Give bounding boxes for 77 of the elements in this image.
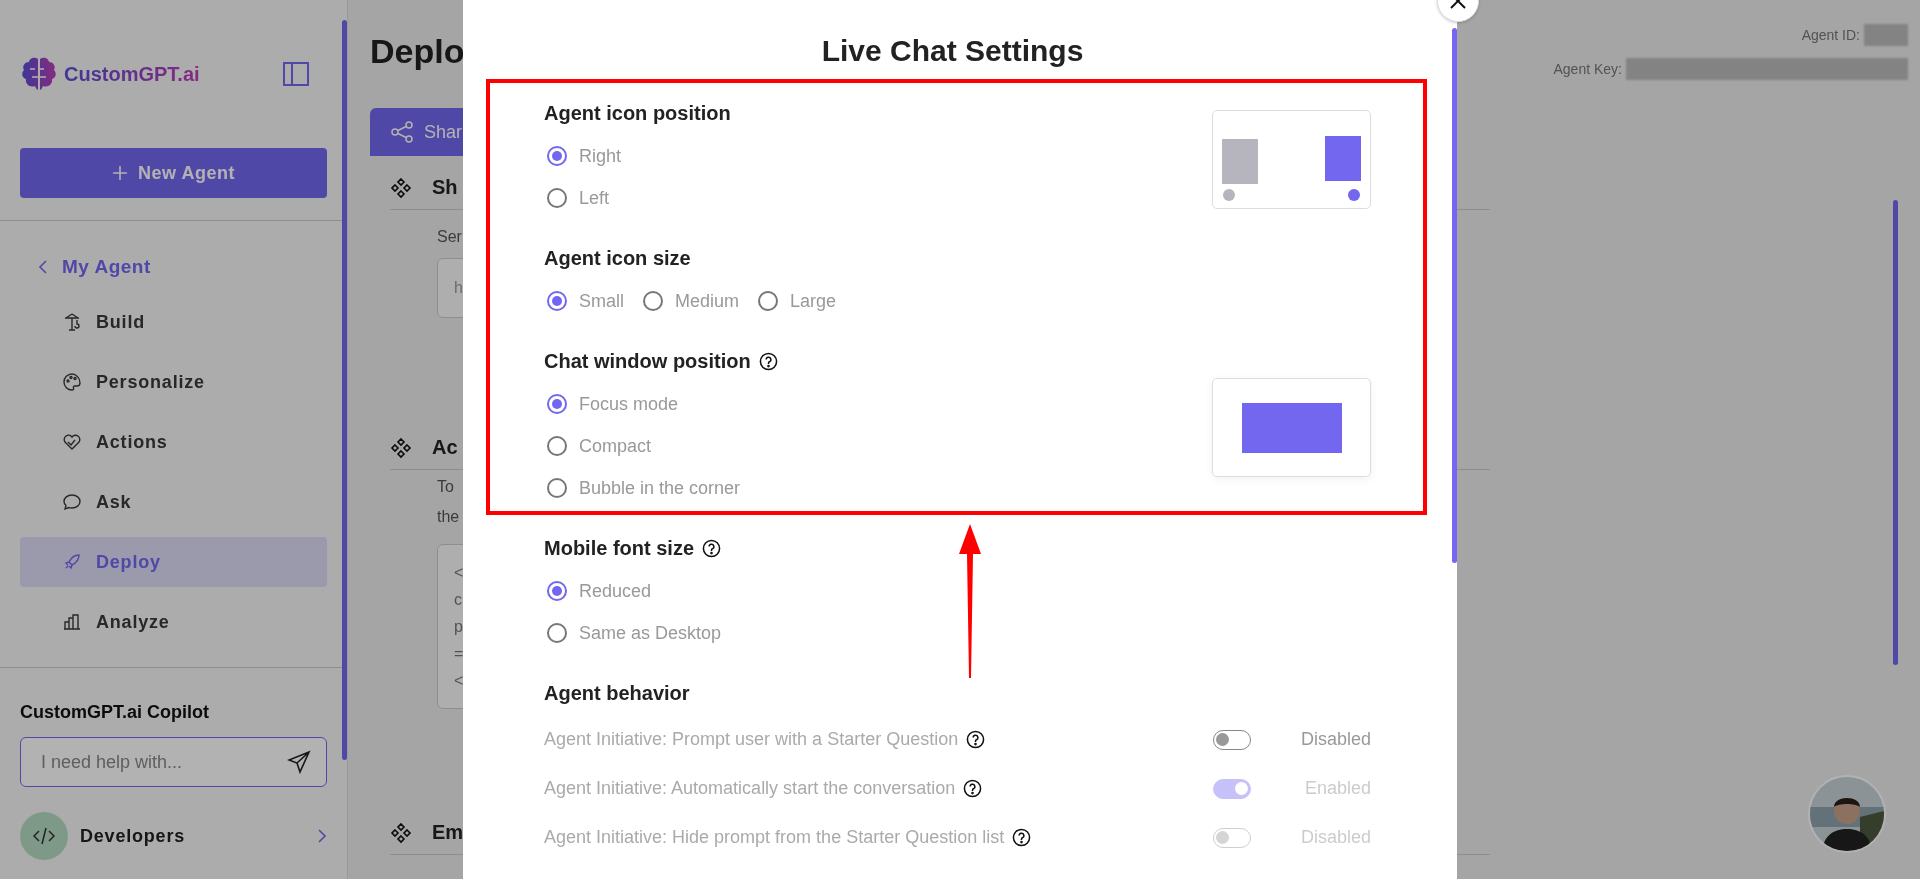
- group-heading: Agent behavior: [544, 681, 690, 705]
- page-title: Deplo: [370, 32, 465, 72]
- agent-key-label: Agent Key:: [1553, 61, 1622, 77]
- radio-option[interactable]: Focus mode: [544, 383, 778, 425]
- radio-option[interactable]: Medium: [640, 280, 740, 322]
- group-heading: Chat window position: [544, 349, 751, 373]
- sidebar-item[interactable]: Personalize: [20, 357, 327, 407]
- toggle-switch[interactable]: [1213, 729, 1251, 750]
- sidebar-item[interactable]: Ask: [20, 477, 327, 527]
- chevron-left-icon: [38, 260, 48, 274]
- plus-icon: [112, 165, 129, 181]
- nav-icon: [62, 612, 82, 632]
- help-icon[interactable]: [966, 730, 986, 749]
- sidebar-item[interactable]: Actions: [20, 417, 327, 467]
- developers-link[interactable]: Developers: [80, 825, 305, 847]
- radio-option[interactable]: Small: [544, 280, 624, 322]
- section-text: Ser: [437, 227, 462, 247]
- scrollbar[interactable]: [1893, 200, 1898, 665]
- group-heading: Agent icon size: [544, 246, 691, 270]
- radio-option[interactable]: Compact: [544, 425, 778, 467]
- setting-label: Agent Initiative: Automatically start the conversation: [544, 778, 956, 799]
- setting-label: Agent Initiative: Prompt user with a Starter Question: [544, 729, 959, 750]
- radio-option[interactable]: Large: [755, 280, 837, 322]
- group-heading: Agent icon position: [544, 101, 731, 125]
- section-text: the: [437, 507, 460, 527]
- sidebar-item[interactable]: Analyze: [20, 597, 327, 647]
- help-icon[interactable]: [1012, 828, 1032, 847]
- new-agent-button[interactable]: New Agent: [20, 148, 327, 198]
- scrollbar[interactable]: [1452, 28, 1457, 563]
- toggle-status: Disabled: [1299, 729, 1371, 750]
- sidebar-toggle-icon[interactable]: [283, 62, 309, 86]
- brain-logo-icon: [20, 55, 58, 93]
- group-heading: Mobile font size: [544, 536, 694, 560]
- radio-option[interactable]: Bubble in the corner: [544, 467, 778, 509]
- nav-icon: [62, 552, 82, 572]
- diamonds-icon: [390, 176, 412, 199]
- section-heading: Sh: [432, 176, 458, 199]
- radio-option[interactable]: Same as Desktop: [544, 612, 722, 654]
- radio-button[interactable]: [547, 623, 567, 643]
- radio-button[interactable]: [547, 394, 567, 414]
- help-icon[interactable]: [702, 538, 721, 558]
- nav-icon: [62, 492, 82, 512]
- copilot-title: CustomGPT.ai Copilot: [20, 702, 210, 723]
- section-heading: Ac: [432, 436, 458, 459]
- radio-button[interactable]: [547, 146, 567, 166]
- chevron-right-icon[interactable]: [317, 829, 327, 843]
- nav-icon: [62, 432, 82, 452]
- copilot-input-field[interactable]: I need help with...: [20, 737, 327, 787]
- send-icon[interactable]: [287, 750, 311, 774]
- radio-option[interactable]: Reduced: [544, 570, 722, 612]
- section-text: To: [437, 477, 454, 497]
- code-icon: [20, 812, 68, 860]
- radio-button[interactable]: [547, 291, 567, 311]
- setting-label: Agent Initiative: Hide prompt from the Starter Question list: [544, 827, 1005, 848]
- radio-option[interactable]: Right: [544, 135, 731, 177]
- nav-icon: [62, 312, 82, 332]
- sidebar-item[interactable]: Deploy: [20, 537, 327, 587]
- radio-button[interactable]: [547, 581, 567, 601]
- radio-button[interactable]: [547, 436, 567, 456]
- arrow-icon: [959, 524, 981, 678]
- radio-button[interactable]: [758, 291, 779, 311]
- agent-id-label: Agent ID:: [1801, 27, 1860, 43]
- dialog-title: Live Chat Settings: [820, 33, 1085, 69]
- radio-button[interactable]: [547, 478, 567, 498]
- radio-button[interactable]: [547, 188, 567, 208]
- nav-icon: [62, 372, 82, 392]
- help-icon[interactable]: [758, 351, 778, 371]
- redacted-value: [1864, 24, 1908, 46]
- diamonds-icon: [390, 821, 412, 844]
- section-heading: Em: [432, 821, 464, 844]
- radio-option[interactable]: Left: [544, 177, 731, 219]
- help-icon[interactable]: [963, 779, 983, 798]
- sidebar-item[interactable]: Build: [20, 297, 327, 347]
- diamonds-icon: [390, 436, 412, 459]
- scrollbar[interactable]: [342, 20, 347, 760]
- radio-button[interactable]: [643, 291, 663, 311]
- share-icon: [390, 120, 414, 144]
